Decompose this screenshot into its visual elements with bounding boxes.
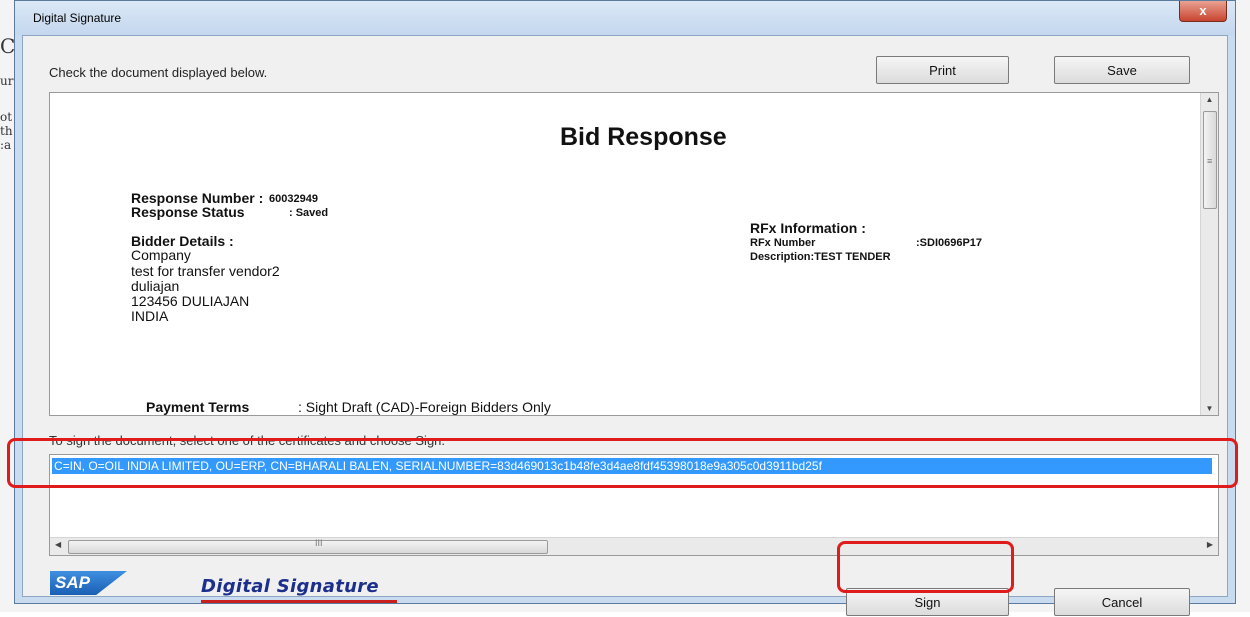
- logo-underline: [201, 600, 397, 603]
- bidder-line: test for transfer vendor2: [131, 263, 280, 279]
- response-number-value: 60032949: [269, 193, 318, 205]
- close-button[interactable]: x: [1179, 1, 1227, 22]
- bidder-line: 123456 DULIAJAN: [131, 293, 250, 309]
- window-title: Digital Signature: [33, 11, 122, 25]
- background-text-fragment: :a: [0, 138, 12, 152]
- background-text-fragment: ur: [0, 74, 14, 88]
- digital-signature-dialog: Digital Signature x Check the document d…: [14, 0, 1236, 616]
- scroll-left-icon[interactable]: ◀: [55, 540, 61, 549]
- document-preview[interactable]: Bid Response Response Number : 60032949 …: [49, 92, 1219, 416]
- document-content: Bid Response Response Number : 60032949 …: [50, 93, 1202, 415]
- print-button[interactable]: Print: [876, 56, 1009, 84]
- sign-highlight-box: [837, 541, 1014, 593]
- scroll-down-icon[interactable]: ▼: [1201, 404, 1218, 413]
- save-button[interactable]: Save: [1054, 56, 1190, 84]
- certificate-horizontal-scrollbar[interactable]: ◀ III ▶: [50, 537, 1218, 555]
- digital-signature-logo: Digital Signature: [201, 576, 379, 597]
- rfx-description: Description:TEST TENDER: [750, 251, 891, 263]
- scroll-up-icon[interactable]: ▲: [1201, 95, 1218, 104]
- background-text-fragment: th: [0, 124, 13, 138]
- rfx-number-label: RFx Number: [750, 237, 816, 249]
- certificate-highlight-box: [7, 438, 1238, 488]
- background-text-fragment: ot: [0, 110, 13, 124]
- sap-logo: SAP: [50, 571, 127, 595]
- scroll-thumb[interactable]: ≡: [1203, 111, 1217, 209]
- bidder-line: duliajan: [131, 278, 180, 294]
- hscroll-grip-icon: III: [315, 538, 323, 548]
- bidder-line: Company: [131, 247, 191, 263]
- response-status-label: Response Status: [131, 204, 245, 220]
- title-bar[interactable]: Digital Signature x: [15, 1, 1235, 35]
- rfx-information-label: RFx Information :: [750, 220, 866, 236]
- scroll-grip-icon: ≡: [1207, 156, 1213, 166]
- rfx-number-value: :SDI0696P17: [916, 237, 983, 249]
- instruction-text: Check the document displayed below.: [49, 65, 268, 80]
- scroll-right-icon[interactable]: ▶: [1207, 540, 1213, 549]
- document-title: Bid Response: [560, 123, 727, 151]
- hscroll-thumb[interactable]: III: [68, 538, 548, 554]
- document-vertical-scrollbar[interactable]: ▲ ≡ ▼: [1200, 93, 1218, 415]
- close-icon: x: [1199, 3, 1207, 18]
- response-status-value: : Saved: [289, 207, 329, 219]
- payment-terms-label: Payment Terms: [146, 399, 250, 415]
- bidder-line: INDIA: [131, 308, 169, 324]
- dialog-client-area: Check the document displayed below. Prin…: [22, 35, 1228, 616]
- payment-terms-value: : Sight Draft (CAD)-Foreign Bidders Only: [298, 399, 551, 415]
